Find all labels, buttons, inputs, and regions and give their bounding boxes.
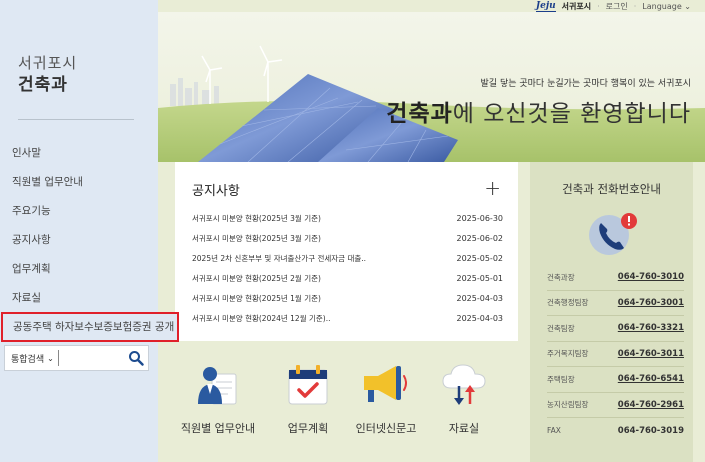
login-link[interactable]: 로그인 <box>606 1 628 12</box>
notice-row-title[interactable]: 서귀포시 미분양 현황(2024년 12월 기준).. <box>192 313 412 324</box>
quick-link-archive[interactable]: 자료실 <box>421 362 507 436</box>
sidebar: 서귀포시 건축과 인사말 직원별 업무안내 주요기능 공지사항 업무계획 자료실… <box>0 0 179 462</box>
search-scope-select[interactable]: 통합검색 ⌄ <box>5 352 54 365</box>
notice-row-title[interactable]: 서귀포시 미분양 현황(2025년 3월 기준) <box>192 213 412 224</box>
phone-row-number: 064-760-3019 <box>617 425 684 436</box>
phone-row-name: 건축팀장 <box>547 323 575 333</box>
phone-row-number[interactable]: 064-760-3011 <box>618 349 684 359</box>
phone-row: 건축팀장 064-760-3321 <box>547 316 684 342</box>
sidebar-nav: 인사말 직원별 업무안내 주요기능 공지사항 업무계획 자료실 공동주택 하자보… <box>0 138 179 342</box>
utility-bar: Jeju 서귀포시 · 로그인 · Language ⌄ <box>535 0 691 12</box>
sidebar-item-greeting[interactable]: 인사말 <box>0 138 158 167</box>
notice-row[interactable]: 서귀포시 미분양 현황(2025년 3월 기준) 2025-06-30 <box>192 208 503 228</box>
chevron-down-icon: ⌄ <box>684 1 691 11</box>
sidebar-item-archive[interactable]: 자료실 <box>0 283 158 312</box>
phone-directory-title: 건축과 전화번호안내 <box>562 182 661 196</box>
notice-title: 공지사항 <box>192 184 240 199</box>
site-title[interactable]: 건축과 <box>18 70 68 95</box>
phone-row-name: 농지산림팀장 <box>547 400 589 410</box>
phone-row-number[interactable]: 064-760-2961 <box>618 400 684 410</box>
notice-row-title[interactable]: 서귀포시 미분양 현황(2025년 2월 기준) <box>192 273 412 284</box>
quick-link-internet-petition[interactable]: 인터넷신문고 <box>343 362 429 436</box>
phone-row-number[interactable]: 064-760-3010 <box>618 272 684 282</box>
search-box: 통합검색 ⌄ <box>4 345 149 371</box>
phone-row-number[interactable]: 064-760-6541 <box>618 374 684 384</box>
language-label: Language <box>642 1 682 11</box>
quick-link-label: 자료실 <box>448 422 480 435</box>
staff-icon <box>198 367 237 405</box>
phone-row: 주택팀장 064-760-6541 <box>547 367 684 393</box>
phone-row-number[interactable]: 064-760-3321 <box>618 323 684 333</box>
separator: · <box>597 1 600 11</box>
notice-row[interactable]: 서귀포시 미분양 현황(2024년 12월 기준).. 2025-04-03 <box>192 308 503 328</box>
phone-row: 주거복지팀장 064-760-3011 <box>547 342 684 367</box>
phone-row-name: 주거복지팀장 <box>547 349 589 359</box>
notice-row-title[interactable]: 서귀포시 미분양 현황(2025년 3월 기준) <box>192 233 412 244</box>
hero-title: 건축과에 오신것을 환영합니다 <box>386 94 691 128</box>
cloud-download-icon <box>442 364 486 405</box>
notice-row-title[interactable]: 2025년 2차 신혼부부 및 자녀출산가구 전세자금 대출.. <box>192 253 412 264</box>
quick-link-label: 인터넷신문고 <box>355 422 417 435</box>
notice-row[interactable]: 서귀포시 미분양 현황(2025년 1월 기준) 2025-04-03 <box>192 288 503 308</box>
sidebar-item-notices[interactable]: 공지사항 <box>0 225 158 254</box>
notice-row-date: 2025-05-02 <box>456 253 504 263</box>
quick-link-staff-duties[interactable]: 직원별 업무안내 <box>175 362 261 436</box>
notice-row[interactable]: 서귀포시 미분양 현황(2025년 2월 기준) 2025-05-01 <box>192 268 503 288</box>
language-selector[interactable]: Language ⌄ <box>642 2 691 11</box>
notice-row[interactable]: 서귀포시 미분양 현황(2025년 3월 기준) 2025-06-02 <box>192 228 503 248</box>
hero-title-rest: 에 오신것을 환영합니다 <box>452 101 691 127</box>
notice-row-date: 2025-05-01 <box>456 273 504 283</box>
search-scope-label: 통합검색 <box>11 354 45 365</box>
phone-row-number[interactable]: 064-760-3001 <box>618 298 684 308</box>
sidebar-item-warranty-insurance[interactable]: 공동주택 하자보수보증보험증권 공개 <box>1 312 179 342</box>
phone-row-name: 건축행정팀장 <box>547 298 589 308</box>
notice-panel: 공지사항 + 서귀포시 미분양 현황(2025년 3월 기준) 2025-06-3… <box>175 162 518 341</box>
notice-row-date: 2025-06-02 <box>456 233 504 243</box>
chevron-down-icon: ⌄ <box>47 353 54 363</box>
notice-row-date: 2025-06-30 <box>456 213 504 223</box>
notice-row[interactable]: 2025년 2차 신혼부부 및 자녀출산가구 전세자금 대출.. 2025-05-… <box>192 248 503 268</box>
hero-tagline: 발길 닿는 곳마다 눈길가는 곳마다 행복이 있는 서귀포시 <box>480 79 691 89</box>
phone-list: 건축과장 064-760-3010 건축행정팀장 064-760-3001 건축팀장… <box>547 265 684 444</box>
phone-row: 건축과장 064-760-3010 <box>547 265 684 291</box>
city-logo-text[interactable]: 서귀포시 <box>562 1 591 12</box>
sidebar-item-main-functions[interactable]: 주요기능 <box>0 196 158 225</box>
hero-banner: 발길 닿는 곳마다 눈길가는 곳마다 행복이 있는 서귀포시 건축과에 오신것을… <box>158 12 705 162</box>
phone-row-name: 건축과장 <box>547 272 575 282</box>
quick-link-label: 직원별 업무안내 <box>180 422 256 435</box>
phone-row: 건축행정팀장 064-760-3001 <box>547 291 684 316</box>
search-input[interactable] <box>57 350 120 366</box>
phone-row-name: 주택팀장 <box>547 374 575 384</box>
notice-list: 서귀포시 미분양 현황(2025년 3월 기준) 2025-06-30 서귀포시 … <box>192 208 503 328</box>
phone-directory-panel: 건축과 전화번호안내 건축과장 064-760-3010 건축행정팀장 064-76… <box>530 162 693 462</box>
phone-row: 농지산림팀장 064-760-2961 <box>547 393 684 418</box>
phone-row-name: FAX <box>547 426 561 436</box>
notice-row-date: 2025-04-03 <box>456 313 504 323</box>
jeju-logo[interactable]: Jeju <box>535 1 556 12</box>
megaphone-icon <box>364 366 407 402</box>
separator: · <box>633 1 637 11</box>
hero-title-bold: 건축과 <box>386 101 453 127</box>
quick-link-label: 업무계획 <box>287 422 329 435</box>
sidebar-item-staff-duties[interactable]: 직원별 업무안내 <box>0 167 158 196</box>
quick-links: 직원별 업무안내 업무계획 인터넷신문고 자료실 <box>175 362 518 462</box>
search-icon[interactable] <box>128 350 144 366</box>
calendar-check-icon <box>288 365 328 405</box>
quick-link-work-plan[interactable]: 업무계획 <box>265 362 351 436</box>
notice-row-title[interactable]: 서귀포시 미분양 현황(2025년 1월 기준) <box>192 293 412 304</box>
sidebar-divider <box>18 119 134 120</box>
sidebar-item-work-plan[interactable]: 업무계획 <box>0 254 158 283</box>
phone-row: FAX 064-760-3019 <box>547 418 684 444</box>
notice-more-button[interactable]: + <box>484 176 501 200</box>
phone-alert-icon <box>589 213 637 255</box>
notice-row-date: 2025-04-03 <box>456 293 504 303</box>
